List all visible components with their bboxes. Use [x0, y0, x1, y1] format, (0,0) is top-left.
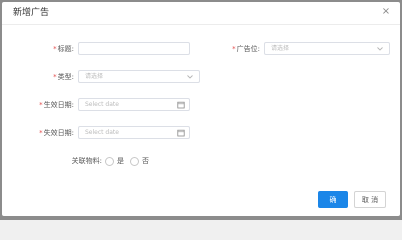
required-mark: * — [39, 129, 43, 137]
chevron-down-icon — [377, 47, 383, 51]
position-select[interactable] — [264, 42, 390, 55]
start-date-input[interactable] — [79, 99, 189, 110]
add-ad-dialog: 新增广告 × *标题: *广告位: *类型: *生效日期: — [2, 2, 400, 216]
position-label: *广告位: — [214, 43, 260, 55]
start-date-picker[interactable] — [78, 98, 190, 111]
type-label: *类型: — [32, 71, 74, 83]
cancel-button[interactable]: 取 消 — [354, 191, 386, 208]
end-date-label: *失效日期: — [26, 127, 74, 139]
title-label: *标题: — [32, 43, 74, 55]
calendar-icon[interactable] — [177, 129, 185, 137]
end-date-input[interactable] — [79, 127, 189, 138]
title-label-text: 标题: — [57, 45, 74, 53]
start-date-label: *生效日期: — [26, 99, 74, 111]
radio-no-circle[interactable] — [130, 156, 139, 166]
close-icon[interactable]: × — [380, 6, 392, 18]
dialog-header: 新增广告 × — [2, 2, 400, 25]
start-date-label-text: 生效日期: — [43, 101, 74, 109]
title-field[interactable] — [78, 42, 190, 55]
calendar-icon[interactable] — [177, 101, 185, 109]
backdrop-bottom — [0, 216, 402, 220]
position-label-text: 广告位: — [236, 45, 260, 53]
radio-no[interactable]: 否 — [130, 155, 149, 167]
required-mark: * — [39, 101, 43, 109]
end-date-label-text: 失效日期: — [43, 129, 74, 137]
link-material-label: 关联物料: — [71, 157, 102, 165]
radio-yes-label: 是 — [117, 157, 124, 165]
required-mark: * — [53, 45, 57, 53]
type-select[interactable] — [78, 70, 200, 83]
radio-yes-circle[interactable] — [105, 156, 114, 166]
end-date-picker[interactable] — [78, 126, 190, 139]
type-label-text: 类型: — [57, 73, 74, 81]
position-select-input[interactable] — [265, 43, 389, 54]
chevron-down-icon — [187, 75, 193, 79]
link-material-radio-group: 是 否 — [105, 155, 155, 167]
radio-no-label: 否 — [142, 157, 149, 165]
radio-yes[interactable]: 是 — [105, 155, 124, 167]
dialog-title: 新增广告 — [13, 8, 50, 18]
title-input[interactable] — [79, 43, 189, 54]
required-mark: * — [232, 45, 236, 53]
type-select-input[interactable] — [79, 71, 199, 82]
required-mark: * — [53, 73, 57, 81]
ok-button[interactable]: 确 定 — [318, 191, 348, 216]
